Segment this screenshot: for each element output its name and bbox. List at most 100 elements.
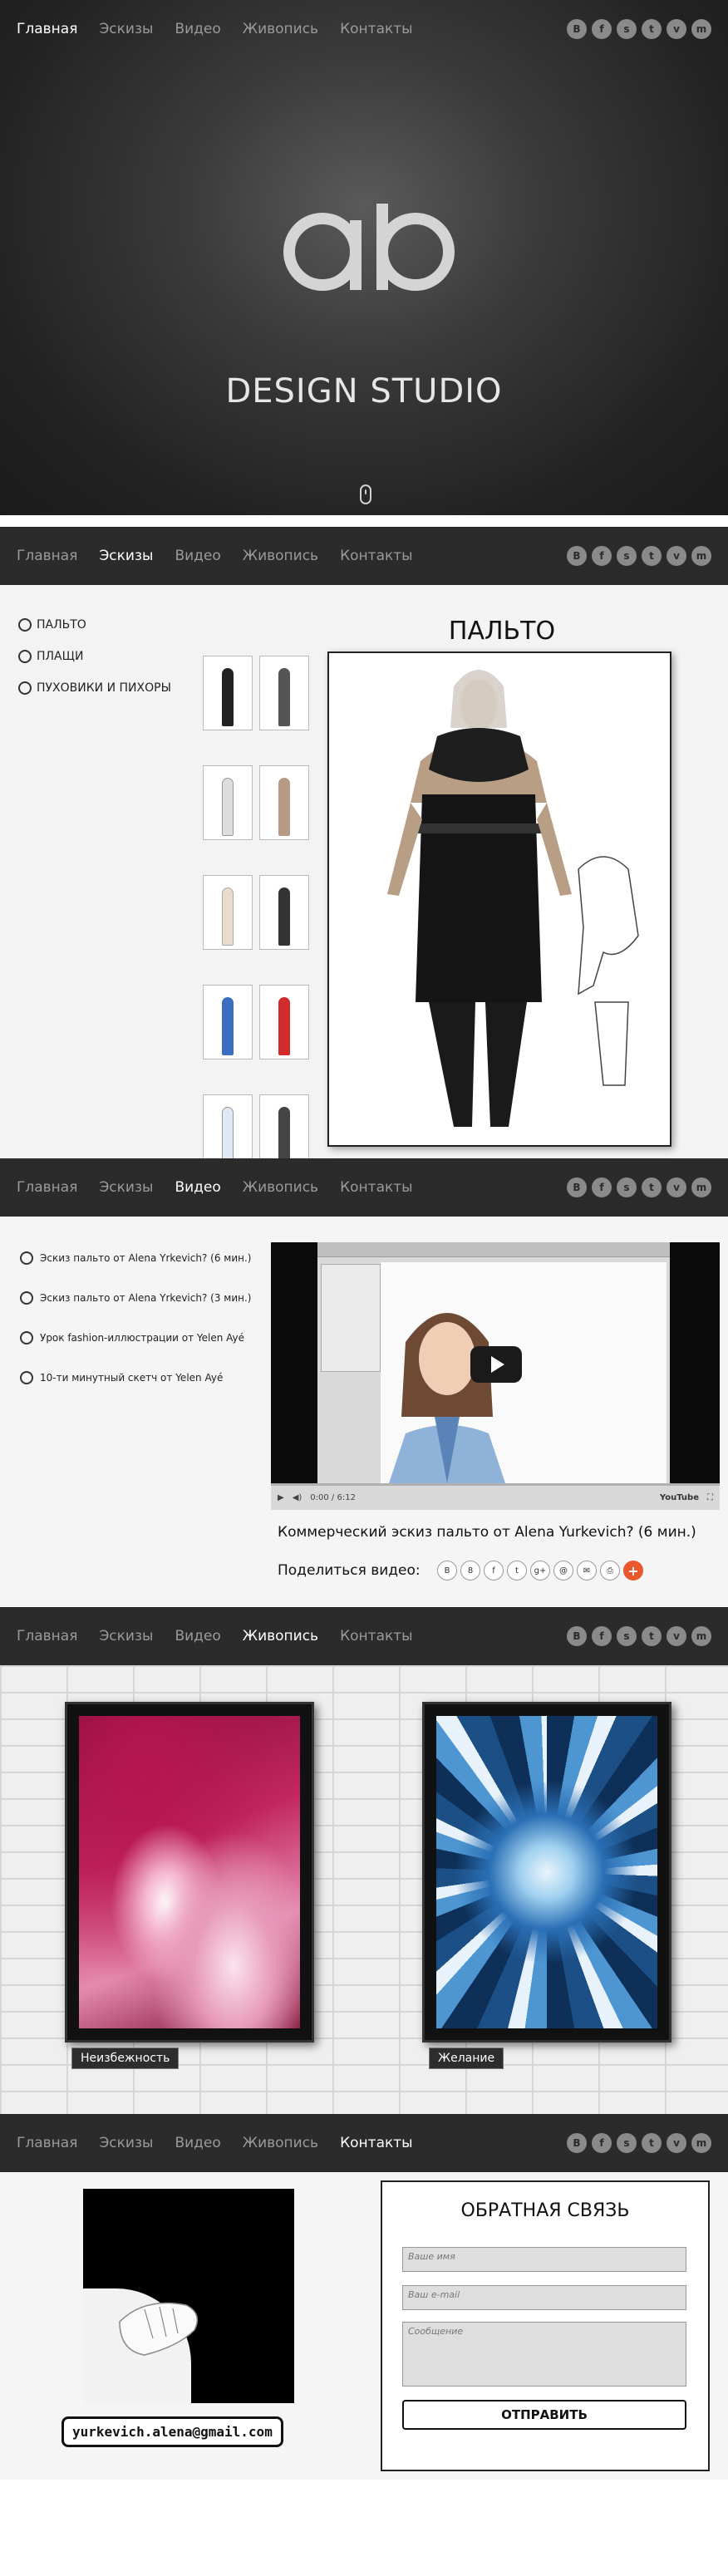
facebook-icon[interactable]: f: [592, 2133, 612, 2153]
video-player[interactable]: ▶ ◀) 0:00 / 6:12 YouTube ⛶: [271, 1242, 720, 1510]
radio-icon[interactable]: [20, 1251, 33, 1265]
mail-icon[interactable]: m: [691, 19, 711, 39]
nav-video[interactable]: Видео: [175, 21, 220, 37]
skype-icon[interactable]: s: [617, 546, 637, 566]
message-field[interactable]: Сообщение: [402, 2322, 686, 2387]
vk-icon[interactable]: B: [567, 19, 587, 39]
twitter-icon[interactable]: t: [642, 1626, 662, 1646]
nav-sketches[interactable]: Эскизы: [99, 21, 153, 37]
mailru-share-icon[interactable]: @: [553, 1561, 573, 1581]
skype-icon[interactable]: s: [617, 19, 637, 39]
nav-video[interactable]: Видео: [175, 1179, 220, 1196]
nav-home[interactable]: Главная: [17, 21, 77, 37]
vimeo-icon[interactable]: v: [667, 19, 686, 39]
nav-home[interactable]: Главная: [17, 1628, 77, 1644]
thumbnail[interactable]: [259, 875, 309, 950]
nav-contacts[interactable]: Контакты: [340, 1628, 413, 1644]
mail-icon[interactable]: m: [691, 1177, 711, 1197]
nav-video[interactable]: Видео: [175, 548, 220, 564]
twitter-icon[interactable]: t: [642, 19, 662, 39]
nav-contacts[interactable]: Контакты: [340, 2135, 413, 2151]
nav-painting[interactable]: Живопись: [243, 1179, 318, 1196]
nav-home[interactable]: Главная: [17, 1179, 77, 1196]
twitter-icon[interactable]: t: [642, 1177, 662, 1197]
play-icon[interactable]: ▶: [278, 1493, 284, 1502]
vimeo-icon[interactable]: v: [667, 546, 686, 566]
nav-home[interactable]: Главная: [17, 2135, 77, 2151]
skype-icon[interactable]: s: [617, 1177, 637, 1197]
radio-icon[interactable]: [18, 681, 32, 695]
skype-icon[interactable]: s: [617, 2133, 637, 2153]
video-list-item[interactable]: Эскиз пальто от Alena Yrkevich? (6 мин.): [20, 1251, 251, 1265]
facebook-icon[interactable]: f: [592, 1626, 612, 1646]
email-link[interactable]: yurkevich.alena@gmail.com: [61, 2416, 283, 2447]
category-coat[interactable]: ПАЛЬТО: [18, 618, 171, 632]
vimeo-icon[interactable]: v: [667, 1626, 686, 1646]
vk-icon[interactable]: B: [567, 546, 587, 566]
googleplus-share-icon[interactable]: g+: [530, 1561, 550, 1581]
video-list-item[interactable]: Урок fashion-иллюстрации от Yelen Ayé: [20, 1331, 251, 1345]
volume-icon[interactable]: ◀): [293, 1493, 303, 1502]
painting-frame[interactable]: [65, 1702, 314, 2043]
vk-icon[interactable]: B: [567, 2133, 587, 2153]
print-share-icon[interactable]: ⎙: [600, 1561, 620, 1581]
thumbnail[interactable]: [203, 985, 253, 1059]
mail-icon[interactable]: m: [691, 2133, 711, 2153]
nav-painting[interactable]: Живопись: [243, 2135, 318, 2151]
category-raincoat[interactable]: ПЛАЩИ: [18, 650, 171, 663]
vk-icon[interactable]: B: [567, 1177, 587, 1197]
mouse-scroll-icon[interactable]: [360, 484, 371, 504]
mail-icon[interactable]: m: [691, 546, 711, 566]
thumbnail[interactable]: [259, 656, 309, 730]
send-button[interactable]: ОТПРАВИТЬ: [402, 2400, 686, 2430]
vk-icon[interactable]: B: [567, 1626, 587, 1646]
vk-share-icon[interactable]: B: [437, 1561, 457, 1581]
video-list-item[interactable]: 10-ти минутный скетч от Yelen Ayé: [20, 1371, 251, 1384]
thumbnail[interactable]: [203, 765, 253, 840]
nav-contacts[interactable]: Контакты: [340, 548, 413, 564]
vimeo-icon[interactable]: v: [667, 1177, 686, 1197]
more-share-icon[interactable]: +: [623, 1561, 643, 1581]
facebook-icon[interactable]: f: [592, 1177, 612, 1197]
video-list-item[interactable]: Эскиз пальто от Alena Yrkevich? (3 мин.): [20, 1291, 251, 1305]
nav-painting[interactable]: Живопись: [243, 1628, 318, 1644]
nav-painting[interactable]: Живопись: [243, 21, 318, 37]
twitter-share-icon[interactable]: t: [507, 1561, 527, 1581]
nav-home[interactable]: Главная: [17, 548, 77, 564]
facebook-share-icon[interactable]: f: [484, 1561, 504, 1581]
video-screen[interactable]: [271, 1242, 720, 1483]
radio-icon[interactable]: [18, 618, 32, 632]
nav-sketches[interactable]: Эскизы: [99, 548, 153, 564]
radio-icon[interactable]: [20, 1371, 33, 1384]
thumbnail[interactable]: [203, 656, 253, 730]
email-field[interactable]: Ваш e-mail: [402, 2285, 686, 2310]
youtube-logo[interactable]: YouTube: [660, 1493, 699, 1502]
email-share-icon[interactable]: ✉: [577, 1561, 597, 1581]
painting-frame[interactable]: [422, 1702, 671, 2043]
twitter-icon[interactable]: t: [642, 546, 662, 566]
name-field[interactable]: Ваше имя: [402, 2247, 686, 2272]
thumbnail[interactable]: [259, 985, 309, 1059]
play-button[interactable]: [470, 1346, 522, 1383]
radio-icon[interactable]: [20, 1291, 33, 1305]
nav-video[interactable]: Видео: [175, 2135, 220, 2151]
skype-icon[interactable]: s: [617, 1626, 637, 1646]
nav-sketches[interactable]: Эскизы: [99, 1628, 153, 1644]
nav-painting[interactable]: Живопись: [243, 548, 318, 564]
facebook-icon[interactable]: f: [592, 546, 612, 566]
nav-sketches[interactable]: Эскизы: [99, 2135, 153, 2151]
nav-contacts[interactable]: Контакты: [340, 1179, 413, 1196]
thumbnail[interactable]: [259, 765, 309, 840]
nav-sketches[interactable]: Эскизы: [99, 1179, 153, 1196]
radio-icon[interactable]: [18, 650, 32, 663]
radio-icon[interactable]: [20, 1331, 33, 1345]
facebook-icon[interactable]: f: [592, 19, 612, 39]
category-downjacket[interactable]: ПУХОВИКИ И ПИХОРЫ: [18, 681, 171, 695]
fullscreen-icon[interactable]: ⛶: [707, 1493, 713, 1502]
thumbnail[interactable]: [203, 875, 253, 950]
nav-video[interactable]: Видео: [175, 1628, 220, 1644]
mail-icon[interactable]: m: [691, 1626, 711, 1646]
twitter-icon[interactable]: t: [642, 2133, 662, 2153]
nav-contacts[interactable]: Контакты: [340, 21, 413, 37]
vimeo-icon[interactable]: v: [667, 2133, 686, 2153]
